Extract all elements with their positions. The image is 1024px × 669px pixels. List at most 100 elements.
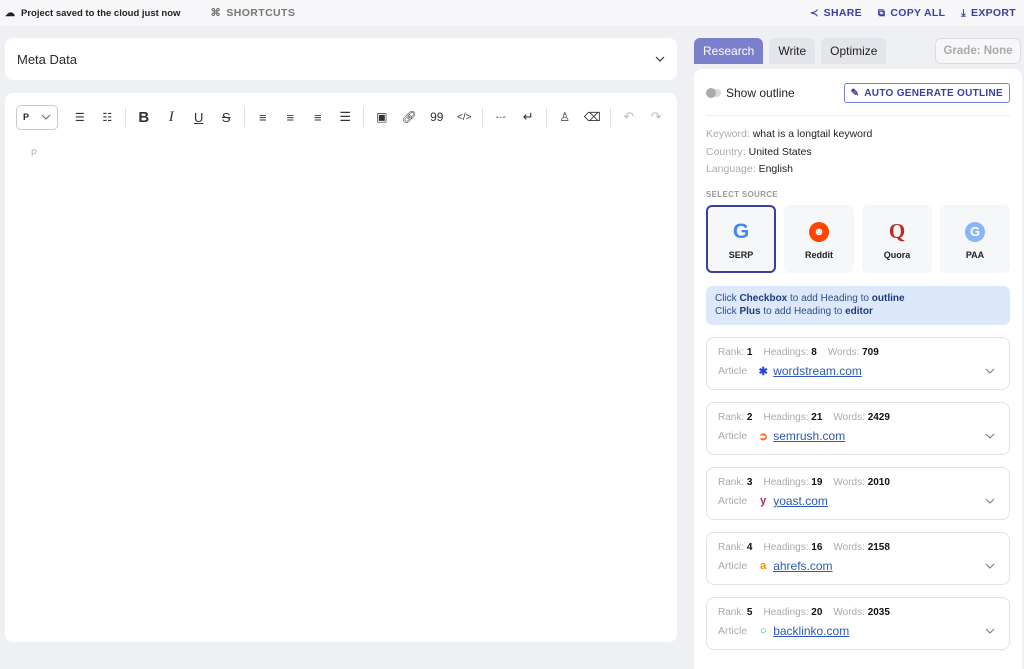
top-bar: ☁ Project saved to the cloud just now ⌘ … [0,0,1024,26]
bold-icon: B [138,108,150,126]
serp-result-card[interactable]: Rank: 4 Headings: 16 Words: 2158 Article a ah… [706,532,1010,585]
align-center-button[interactable]: ≡ [277,105,305,129]
keyword-info: Keyword: what is a longtail keyword Coun… [706,128,873,175]
rank-value: 2 [746,412,753,423]
site-favicon-icon: y [760,495,767,507]
redo-icon: ↷ [650,109,662,124]
chevron-down-icon[interactable] [985,561,995,571]
tab-optimize[interactable]: Optimize [821,38,887,64]
share-icon: ≺ [809,7,819,19]
toolbar-divider [244,107,245,127]
rank-value: 3 [746,477,753,488]
code-button[interactable]: </> [451,105,479,129]
serp-results-list: Rank: 1 Headings: 8 Words: 709 Article ✱ word… [706,337,1010,662]
result-type: Article [718,495,748,507]
serp-result-card[interactable]: Rank: 5 Headings: 20 Words: 2035 Article ○ ba… [706,597,1010,650]
result-domain-link[interactable]: backlinko.com [773,624,849,638]
code-icon: </> [457,111,472,123]
editor-panel: P ☰ ☷ B I U S ≡ ≡ ≡ ☰ ▣ 🔗︎ 99 </> -·- ↵ … [5,93,677,642]
chevron-down-icon[interactable] [985,431,995,441]
result-domain-link[interactable]: ahrefs.com [773,559,832,573]
meta-data-panel[interactable]: Meta Data [5,38,677,80]
result-domain-link[interactable]: yoast.com [773,494,828,508]
source-quora[interactable]: Q Quora [862,205,932,273]
words-value: 2010 [867,477,890,488]
image-button[interactable]: ▣ [368,105,396,129]
country-value: United States [748,145,812,158]
chevron-down-icon[interactable] [985,366,995,376]
result-domain-link[interactable]: wordstream.com [773,364,862,378]
shortcuts-button[interactable]: ⌘ SHORTCUTS [210,7,295,19]
align-right-icon: ≡ [313,109,322,125]
tab-research[interactable]: Research [694,38,764,64]
italic-icon: I [168,108,174,125]
align-right-button[interactable]: ≡ [304,105,332,129]
reddit-icon: ☻ [809,219,829,245]
align-left-button[interactable]: ≡ [249,105,277,129]
redo-button[interactable]: ↷ [643,105,671,129]
horizontal-rule-button[interactable]: -·- [487,105,515,129]
editor-toolbar: P ☰ ☷ B I U S ≡ ≡ ≡ ☰ ▣ 🔗︎ 99 </> -·- ↵ … [16,104,670,130]
quote-button[interactable]: 99 [423,105,451,129]
serp-result-card[interactable]: Rank: 1 Headings: 8 Words: 709 Article ✱ word… [706,337,1010,390]
numbered-list-icon: ☷ [102,111,113,124]
block-type-select[interactable]: P [16,104,58,130]
words-value: 709 [862,347,879,358]
rank-value: 5 [746,607,753,618]
clear-format-button[interactable]: ⌫ [579,105,607,129]
instruction-hint: Click Checkbox to add Heading to outline… [706,286,1010,325]
editor-placeholder[interactable]: P [31,148,37,158]
rank-value: 4 [746,542,753,553]
strikethrough-icon: S [221,109,231,125]
toolbar-divider [482,107,483,127]
save-status: ☁ Project saved to the cloud just now [5,7,181,19]
line-break-button[interactable]: ↵ [515,105,543,129]
source-reddit[interactable]: ☻ Reddit [784,205,854,273]
justify-button[interactable]: ☰ [332,105,360,129]
result-type: Article [718,625,748,637]
google-icon: G [732,219,750,243]
toolbar-divider [610,107,611,127]
strikethrough-button[interactable]: S [213,105,241,129]
bullet-list-icon: ☰ [74,111,85,124]
auto-generate-outline-button[interactable]: ✎ AUTO GENERATE OUTLINE [843,83,1010,103]
export-button[interactable]: ⤓ EXPORT [961,7,1016,19]
serp-result-card[interactable]: Rank: 3 Headings: 19 Words: 2010 Article y yo… [706,467,1010,520]
align-center-icon: ≡ [286,109,295,125]
link-icon: 🔗︎ [401,110,417,124]
underline-button[interactable]: U [185,105,213,129]
chevron-down-icon[interactable] [655,54,665,64]
source-selector: G SERP ☻ Reddit Q Quora G PAA [706,205,1010,273]
result-stats: Rank: 4 Headings: 16 Words: 2158 [718,542,890,553]
bold-button[interactable]: B [130,105,158,129]
serp-result-card[interactable]: Rank: 2 Headings: 21 Words: 2429 Article ➲ se… [706,402,1010,455]
site-favicon-icon: ○ [759,625,767,637]
headings-value: 19 [811,477,823,488]
bullet-list-button[interactable]: ☰ [66,105,94,129]
meta-data-title: Meta Data [17,51,77,67]
source-serp[interactable]: G SERP [706,205,776,273]
magic-wand-icon: ✎ [850,87,860,99]
numbered-list-button[interactable]: ☷ [94,105,122,129]
tab-write[interactable]: Write [769,38,816,64]
site-favicon-icon: ✱ [758,365,768,378]
link-button[interactable]: 🔗︎ [396,105,424,129]
result-type: Article [718,560,748,572]
grade-badge[interactable]: Grade: None [935,38,1021,64]
source-paa[interactable]: G PAA [940,205,1010,273]
copy-all-button[interactable]: ⧉ COPY ALL [878,7,945,19]
format-paint-button[interactable]: ♙ [551,105,579,129]
toggle-switch[interactable] [706,88,721,98]
result-domain-link[interactable]: semrush.com [773,429,845,443]
research-panel: Show outline ✎ AUTO GENERATE OUTLINE Key… [694,69,1022,669]
chevron-down-icon[interactable] [985,496,995,506]
words-value: 2035 [867,607,890,618]
share-button[interactable]: ≺ SHARE [810,7,862,19]
italic-button[interactable]: I [158,105,186,129]
headings-value: 20 [811,607,823,618]
chevron-down-icon[interactable] [985,626,995,636]
panel-tabs: Research Write Optimize [694,38,887,64]
show-outline-toggle[interactable]: Show outline [706,86,795,100]
result-type: Article [718,365,748,377]
undo-button[interactable]: ↶ [615,105,643,129]
